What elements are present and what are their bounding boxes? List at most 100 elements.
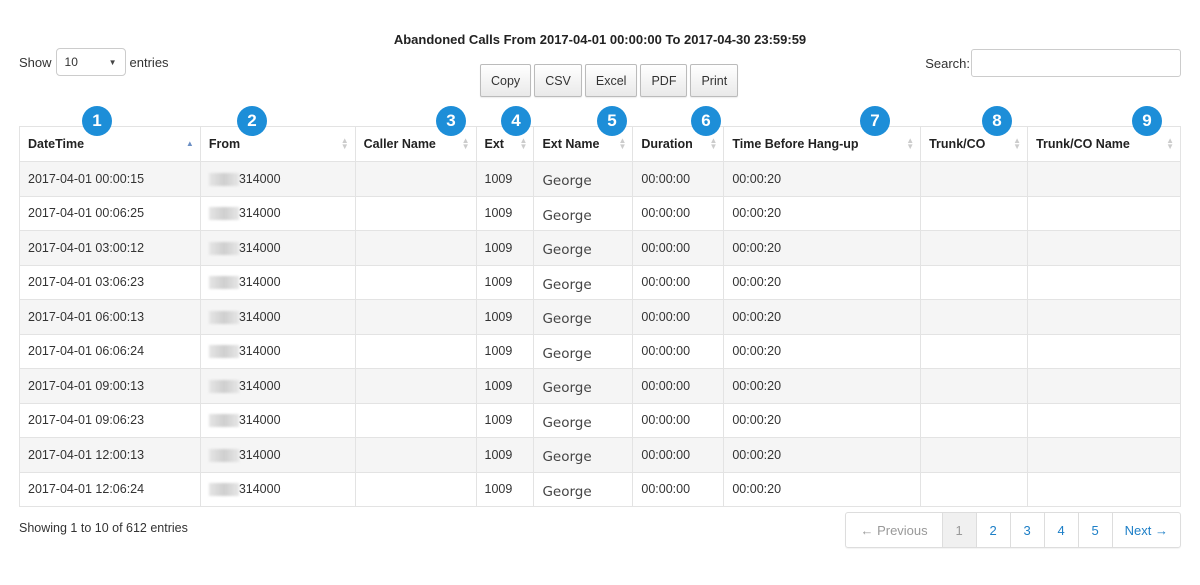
page-button-2[interactable]: 2	[975, 513, 1010, 547]
column-header-label: Trunk/CO	[929, 137, 986, 151]
cell-trunk	[920, 333, 1029, 369]
cell-hangup: 00:00:20	[723, 195, 922, 231]
column-number-badge: 3	[436, 106, 466, 136]
cell-from: 314000	[199, 437, 356, 473]
from-number: 314000	[238, 482, 281, 497]
column-number-badge: 6	[691, 106, 721, 136]
cell-caller-name	[354, 471, 477, 507]
column-header-label: Ext	[484, 137, 504, 151]
cell-trunk	[920, 161, 1029, 197]
cell-ext-name: George	[533, 471, 634, 507]
cell-from: 314000	[199, 471, 356, 507]
column-header-datetime[interactable]: DateTime ▲	[19, 126, 201, 162]
redacted-number-blur	[208, 379, 239, 393]
search-label: Search:	[925, 55, 970, 71]
column-header-trunk-name[interactable]: Trunk/CO Name ▲ ▼	[1027, 126, 1181, 162]
cell-caller-name	[354, 299, 477, 335]
print-button[interactable]: Print	[690, 64, 739, 97]
cell-ext-name: George	[533, 264, 634, 300]
from-number: 314000	[238, 240, 281, 255]
redacted-number-blur	[208, 241, 239, 255]
from-number: 314000	[238, 171, 281, 186]
table-row: 2017-04-01 12:06:24 314000 1009 George 00:00…	[19, 471, 1181, 507]
cell-ext: 1009	[475, 161, 535, 197]
column-header-label: DateTime	[28, 137, 85, 151]
cell-ext: 1009	[475, 195, 535, 231]
cell-trunk	[920, 299, 1029, 335]
cell-duration: 00:00:00	[632, 437, 725, 473]
cell-trunk	[920, 471, 1029, 507]
pdf-button[interactable]: PDF	[640, 64, 688, 97]
page-button-4[interactable]: 4	[1043, 513, 1078, 547]
cell-duration: 00:00:00	[632, 264, 725, 300]
cell-trunk-name	[1027, 299, 1181, 335]
cell-hangup: 00:00:20	[723, 264, 922, 300]
page-button-1[interactable]: 1	[941, 513, 976, 547]
cell-caller-name	[354, 195, 477, 231]
column-header-from[interactable]: From ▲ ▼	[199, 126, 356, 162]
sort-both-icon: ▲ ▼	[519, 136, 528, 151]
cell-trunk	[920, 264, 1029, 300]
table-row: 2017-04-01 03:06:23 314000 1009 George 00:00…	[19, 264, 1181, 300]
table-row: 2017-04-01 12:00:13 314000 1009 George 00:00…	[19, 437, 1181, 473]
dropdown-caret-icon: ▼	[108, 57, 117, 67]
excel-button[interactable]: Excel	[584, 64, 638, 97]
cell-duration: 00:00:00	[632, 230, 725, 266]
cell-caller-name	[354, 368, 477, 404]
column-number-badge: 8	[982, 106, 1012, 136]
cell-from: 314000	[199, 195, 356, 231]
cell-trunk-name	[1027, 437, 1181, 473]
cell-ext: 1009	[475, 437, 535, 473]
redacted-number-blur	[208, 172, 239, 186]
cell-hangup: 00:00:20	[723, 299, 922, 335]
column-number-badge: 2	[237, 106, 267, 136]
cell-trunk-name	[1027, 402, 1181, 438]
cell-datetime: 2017-04-01 03:00:12	[19, 230, 201, 266]
cell-hangup: 00:00:20	[723, 161, 922, 197]
cell-ext: 1009	[475, 333, 535, 369]
cell-ext-name: George	[533, 195, 634, 231]
column-header-hangup[interactable]: Time Before Hang-up ▲ ▼	[723, 126, 922, 162]
page-length-select[interactable]: 10 ▼	[55, 48, 126, 76]
copy-button[interactable]: Copy	[480, 64, 532, 97]
from-number: 314000	[238, 309, 281, 324]
cell-from: 314000	[199, 161, 356, 197]
cell-trunk-name	[1027, 230, 1181, 266]
search-input[interactable]	[971, 49, 1181, 77]
cell-ext: 1009	[475, 230, 535, 266]
redacted-number-blur	[208, 276, 239, 290]
column-number-badge: 5	[597, 106, 627, 136]
from-number: 314000	[238, 206, 281, 221]
sort-both-icon: ▲ ▼	[1166, 136, 1174, 151]
cell-trunk	[920, 368, 1029, 404]
column-number-badge: 1	[82, 106, 112, 136]
cell-caller-name	[354, 402, 477, 438]
cell-trunk	[920, 195, 1029, 231]
csv-button[interactable]: CSV	[534, 64, 582, 97]
cell-datetime: 2017-04-01 06:00:13	[19, 299, 201, 335]
next-page-button[interactable]: Next →	[1111, 513, 1180, 547]
page-length-value: 10	[64, 55, 78, 69]
page-length-control: Show 10 ▼ entries	[19, 48, 169, 76]
cell-from: 314000	[199, 264, 356, 300]
redacted-number-blur	[208, 483, 239, 497]
column-header-trunk[interactable]: Trunk/CO ▲ ▼	[920, 126, 1029, 162]
redacted-number-blur	[208, 310, 239, 324]
table-row: 2017-04-01 06:06:24 314000 1009 George 00:00…	[19, 333, 1181, 369]
page-button-5[interactable]: 5	[1077, 513, 1112, 547]
cell-trunk-name	[1027, 264, 1181, 300]
cell-caller-name	[354, 333, 477, 369]
redacted-number-blur	[208, 414, 239, 428]
cell-datetime: 2017-04-01 00:06:25	[19, 195, 201, 231]
page-button-3[interactable]: 3	[1009, 513, 1044, 547]
cell-datetime: 2017-04-01 12:00:13	[19, 437, 201, 473]
cell-duration: 00:00:00	[632, 299, 725, 335]
entries-label: entries	[129, 54, 169, 70]
cell-duration: 00:00:00	[632, 402, 725, 438]
table-row: 2017-04-01 09:00:13 314000 1009 George 00:00…	[19, 368, 1181, 404]
redacted-number-blur	[208, 345, 239, 359]
sort-both-icon: ▲ ▼	[618, 136, 627, 151]
sort-ascending-icon: ▲	[185, 139, 194, 148]
cell-datetime: 2017-04-01 06:06:24	[19, 333, 201, 369]
previous-page-button[interactable]: ← Previous	[846, 513, 941, 547]
